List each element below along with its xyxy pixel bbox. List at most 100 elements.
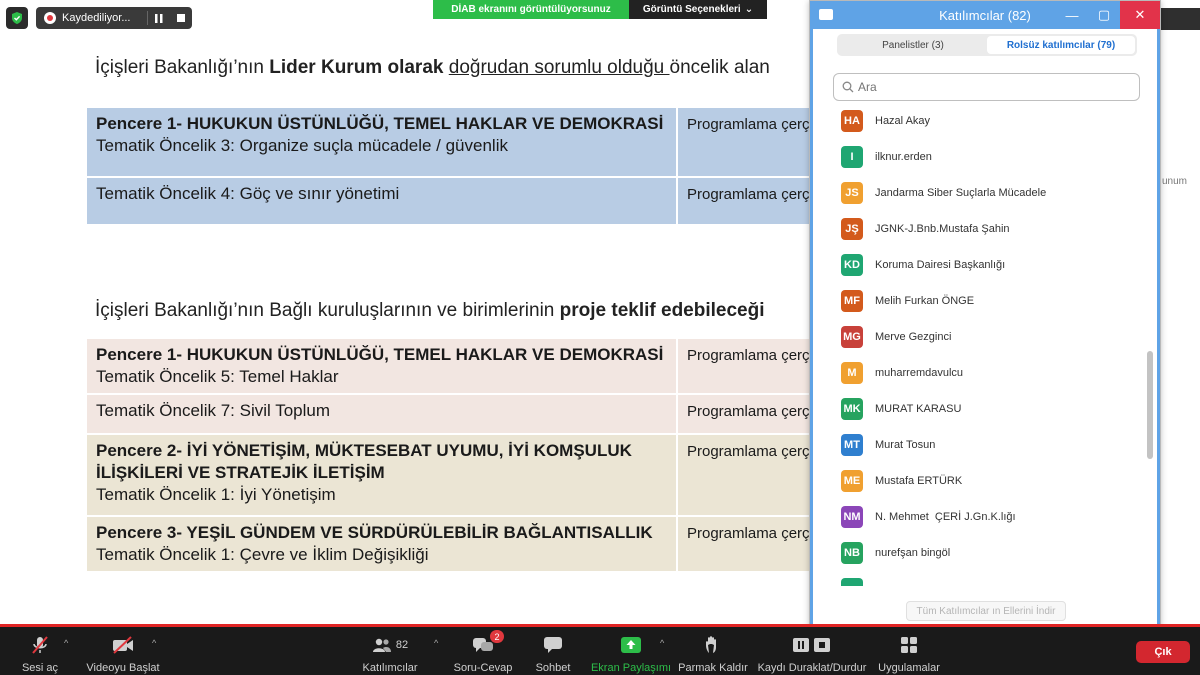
table-cell: Tematik Öncelik 4: Göç ve sınır yönetimi <box>85 176 678 226</box>
maximize-icon[interactable]: ▢ <box>1088 1 1120 29</box>
participant-name: ilknur.erden <box>875 151 932 163</box>
thematic-priority: Tematik Öncelik 4: Göç ve sınır yönetimi <box>96 184 400 203</box>
participant-row[interactable]: HA Hazal Akay <box>810 103 1145 139</box>
participant-row[interactable]: KD Koruma Dairesi Başkanlığı <box>810 247 1145 283</box>
video-off-icon <box>110 634 136 656</box>
participant-name: Merve Gezginci <box>875 331 952 343</box>
participants-panel: Katılımcılar (82) — ▢ ✕ Panelistler (3) … <box>809 0 1161 637</box>
heading-bold-text: Lider Kurum olarak <box>269 57 444 78</box>
search-input[interactable] <box>858 80 1118 94</box>
participant-tabs: Panelistler (3) Rolsüz katılımcılar (79) <box>837 34 1137 56</box>
tab-panelists[interactable]: Panelistler (3) <box>839 36 987 54</box>
heading-text-tail: öncelik alan <box>669 57 770 78</box>
unmute-label: Sesi aç <box>21 662 59 674</box>
caret-up-icon[interactable]: ^ <box>152 638 156 648</box>
recording-dot-icon <box>44 12 56 24</box>
pause-recording-icon[interactable] <box>148 13 170 23</box>
scrollbar-thumb[interactable] <box>1147 351 1153 459</box>
participant-row[interactable]: MK MURAT KARASU <box>810 391 1145 427</box>
close-icon[interactable]: ✕ <box>1120 1 1160 29</box>
heading-text: İçişleri Bakanlığı’nın Bağlı kuruluşları… <box>95 300 560 321</box>
recording-controls-icon <box>790 634 834 656</box>
window-controls: — ▢ ✕ <box>1056 1 1160 29</box>
participants-button[interactable]: 82 Katılımcılar <box>360 631 420 675</box>
start-video-button[interactable]: Videoyu Başlat <box>86 631 160 675</box>
avatar <box>841 578 863 586</box>
qa-label: Soru-Cevap <box>453 662 513 674</box>
participant-row-partial[interactable] <box>810 571 1145 586</box>
participant-list: HA Hazal Akay Iilknur.erden JS Jandarma Sibe… <box>810 103 1150 586</box>
search-box <box>833 73 1140 101</box>
slide-heading-2: İçişleri Bakanlığı’nın Bağlı kuruluşları… <box>95 300 765 322</box>
recording-indicator: Kaydediliyor... <box>36 7 192 29</box>
share-screen-button[interactable]: Ekran Paylaşımı <box>590 631 672 675</box>
avatar: KD <box>841 254 863 276</box>
participant-row[interactable]: NB nurefşan bingöl <box>810 535 1145 571</box>
avatar: I <box>841 146 863 168</box>
share-screen-icon <box>618 634 644 656</box>
avatar: ME <box>841 470 863 492</box>
participant-name: Hazal Akay <box>875 115 931 127</box>
zoom-logo-icon <box>819 9 833 20</box>
table-cell: Pencere 2- İYİ YÖNETİŞİM, MÜKTESEBAT UYU… <box>85 433 678 518</box>
video-strip-edge <box>1160 8 1200 30</box>
caret-up-icon[interactable]: ^ <box>64 638 68 648</box>
participant-row[interactable]: MG Merve Gezginci <box>810 319 1145 355</box>
apps-button[interactable]: Uygulamalar <box>878 631 940 675</box>
participant-name: nurefşan bingöl <box>875 547 951 559</box>
stop-recording-icon[interactable] <box>170 14 192 22</box>
participant-row[interactable]: MF Melih Furkan ÖNGE <box>810 283 1145 319</box>
participants-count: 82 <box>395 639 409 651</box>
avatar: HA <box>841 110 863 132</box>
pause-stop-recording-button[interactable]: Kaydı Duraklat/Durdur <box>758 631 866 675</box>
qa-button[interactable]: Soru-Cevap <box>452 631 514 675</box>
heading-text: İçişleri Bakanlığı’nın <box>95 57 270 78</box>
window-title-line2: İLİŞKİLERİ VE STRATEJİK İLETİŞİM <box>96 463 385 483</box>
caret-up-icon[interactable]: ^ <box>434 638 438 648</box>
chat-label: Sohbet <box>535 662 571 674</box>
minimize-icon[interactable]: — <box>1056 1 1088 29</box>
participant-name: Melih Furkan ÖNGE <box>875 295 975 307</box>
thematic-priority: Tematik Öncelik 1: Çevre ve İklim Değişi… <box>96 545 429 565</box>
participant-row[interactable]: MT Murat Tosun <box>810 427 1145 463</box>
unmute-button[interactable]: Sesi aç <box>14 631 66 675</box>
participant-row[interactable]: JŞ JGNK-J.Bnb.Mustafa Şahin <box>810 211 1145 247</box>
chevron-down-icon: ⌄ <box>744 4 754 15</box>
participant-name: MURAT KARASU <box>875 403 962 415</box>
clipped-text: unum <box>1162 176 1188 187</box>
scrollbar[interactable] <box>1146 103 1154 586</box>
avatar: MT <box>841 434 863 456</box>
exit-button[interactable]: Çık <box>1136 641 1190 663</box>
security-shield-icon[interactable] <box>6 7 28 29</box>
tab-attendees[interactable]: Rolsüz katılımcılar (79) <box>987 36 1135 54</box>
qa-badge: 2 <box>490 630 504 643</box>
share-screen-label: Ekran Paylaşımı <box>590 662 672 674</box>
participant-row[interactable]: Iilknur.erden <box>810 139 1145 175</box>
raise-hand-label: Parmak Kaldır <box>678 662 748 674</box>
participant-row[interactable]: Mmuharremdavulcu <box>810 355 1145 391</box>
avatar: MG <box>841 326 863 348</box>
chat-button[interactable]: Sohbet <box>530 631 576 675</box>
window-title: Pencere 1- HUKUKUN ÜSTÜNLÜĞÜ, TEMEL HAKL… <box>96 114 664 133</box>
panel-title: Katılımcılar (82) <box>939 7 1031 23</box>
table-cell: Pencere 3- YEŞİL GÜNDEM VE SÜRDÜRÜLEBİLİ… <box>85 515 678 574</box>
view-options-button[interactable]: Görüntü Seçenekleri ⌄ <box>629 0 767 19</box>
view-options-label: Görüntü Seçenekleri <box>642 4 741 15</box>
avatar: JŞ <box>841 218 863 240</box>
caret-up-icon[interactable]: ^ <box>660 638 664 648</box>
heading-bold-text: proje teklif edebileceği <box>559 300 765 321</box>
recording-label: Kaydediliyor... <box>62 12 131 24</box>
search-icon <box>842 81 854 93</box>
thematic-priority: Tematik Öncelik 1: İyi Yönetişim <box>96 485 336 505</box>
participant-row[interactable]: NM N. Mehmet ÇERİ J.Gn.K.lığı <box>810 499 1145 535</box>
lower-all-hands-button[interactable]: Tüm Katılımcılar ın Ellerini İndir <box>906 601 1066 621</box>
apps-label: Uygulamalar <box>878 662 940 674</box>
participants-icon: 82 <box>367 634 413 656</box>
avatar: NM <box>841 506 863 528</box>
participant-name: JGNK-J.Bnb.Mustafa Şahin <box>875 223 1010 235</box>
sharing-status: DİAB ekranını görüntülüyorsunuz <box>433 0 629 19</box>
participant-row[interactable]: JS Jandarma Siber Suçlarla Mücadele <box>810 175 1145 211</box>
raise-hand-button[interactable]: Parmak Kaldır <box>678 631 748 675</box>
avatar: MF <box>841 290 863 312</box>
participant-row[interactable]: ME Mustafa ERTÜRK <box>810 463 1145 499</box>
